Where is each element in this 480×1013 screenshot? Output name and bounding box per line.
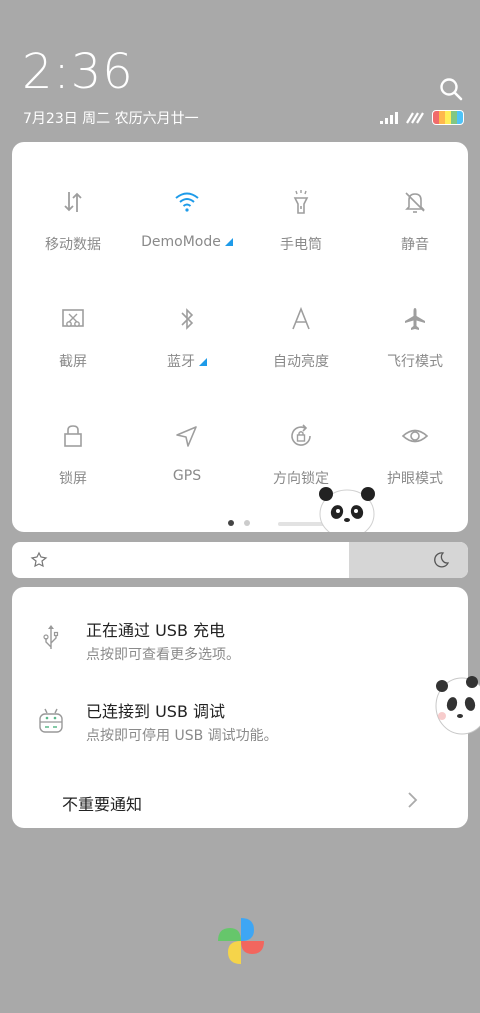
- tile-label: 手电筒: [280, 237, 322, 253]
- tile-auto-brightness[interactable]: 自动亮度: [244, 305, 358, 371]
- notification-usb-charging[interactable]: 正在通过 USB 充电 点按即可查看更多选项。: [12, 587, 468, 673]
- bluetooth-icon: [181, 308, 194, 330]
- screenshot-icon: [62, 309, 84, 327]
- app-launcher-icon[interactable]: [214, 914, 268, 968]
- mobile-data-icon: [64, 192, 82, 212]
- notification-subtitle: 点按即可查看更多选项。: [86, 647, 240, 663]
- brightness-slider[interactable]: [12, 542, 468, 578]
- tile-mobile-data[interactable]: 移动数据: [16, 188, 130, 254]
- tile-eye-protection[interactable]: 护眼模式: [358, 422, 472, 488]
- tile-label: 截屏: [59, 354, 87, 370]
- page-dot: [244, 520, 250, 526]
- tile-screenshot[interactable]: 截屏: [16, 305, 130, 371]
- tile-label: 自动亮度: [273, 354, 329, 370]
- expand-indicator-icon: [224, 238, 233, 246]
- airplane-icon: [405, 308, 425, 330]
- tile-mute[interactable]: 静音: [358, 188, 472, 254]
- flashlight-icon: [293, 190, 309, 214]
- tile-label: DemoMode: [141, 234, 221, 250]
- panda-sticker-icon: [319, 487, 375, 532]
- signal-2-icon: [406, 111, 424, 124]
- signal-icon: [380, 111, 398, 124]
- mute-icon: [405, 192, 425, 213]
- brightness-track-remaining: [349, 542, 468, 578]
- notification-card: 正在通过 USB 充电 点按即可查看更多选项。 已连接到 USB 调试 点按即可…: [12, 587, 468, 828]
- tile-label: 蓝牙: [167, 354, 195, 370]
- expand-indicator-icon: [199, 358, 207, 366]
- page-dot-active: [228, 520, 234, 526]
- tile-label: GPS: [172, 468, 202, 484]
- brightness-low-icon: [30, 551, 48, 568]
- clock-time: 2:36: [22, 44, 134, 100]
- panda-side-sticker-icon: [435, 676, 480, 735]
- battery-icon: [432, 110, 464, 125]
- android-icon: [39, 708, 63, 733]
- gps-icon: [176, 426, 197, 447]
- tile-flashlight[interactable]: 手电筒: [244, 188, 358, 254]
- notification-title: 正在通过 USB 充电: [86, 621, 226, 640]
- tile-bluetooth[interactable]: 蓝牙: [130, 305, 244, 371]
- chevron-right-icon[interactable]: [404, 790, 420, 810]
- moon-icon: [434, 552, 450, 568]
- eye-icon: [401, 429, 429, 443]
- tile-gps[interactable]: GPS: [130, 422, 244, 484]
- status-icons: [380, 110, 464, 125]
- quick-settings-panel: 移动数据 DemoMode 手电筒 静音 截屏 蓝牙 自动亮度 飞行模式 锁屏 …: [12, 142, 468, 532]
- tile-rotation-lock[interactable]: 方向锁定: [244, 422, 358, 488]
- tile-label: 移动数据: [45, 237, 101, 253]
- tile-label: 静音: [401, 237, 429, 253]
- notification-usb-debugging[interactable]: 已连接到 USB 调试 点按即可停用 USB 调试功能。: [12, 677, 468, 763]
- rotation-lock-icon: [291, 424, 311, 446]
- auto-brightness-icon: [292, 306, 310, 330]
- search-icon[interactable]: [438, 76, 464, 102]
- tile-label: 锁屏: [59, 471, 87, 487]
- notification-subtitle: 点按即可停用 USB 调试功能。: [86, 728, 278, 744]
- tile-lock[interactable]: 锁屏: [16, 422, 130, 488]
- date-text: 7月23日 周二 农历六月廿一: [23, 111, 199, 127]
- lock-icon: [64, 425, 82, 447]
- tile-wifi[interactable]: DemoMode: [130, 188, 244, 250]
- tile-label: 飞行模式: [387, 354, 443, 370]
- usb-icon: [43, 625, 59, 649]
- page-indicator[interactable]: [228, 520, 250, 526]
- tile-airplane[interactable]: 飞行模式: [358, 305, 472, 371]
- wifi-icon: [175, 192, 199, 212]
- notification-title: 已连接到 USB 调试: [86, 702, 226, 721]
- unimportant-notifications-link[interactable]: 不重要通知: [62, 791, 142, 815]
